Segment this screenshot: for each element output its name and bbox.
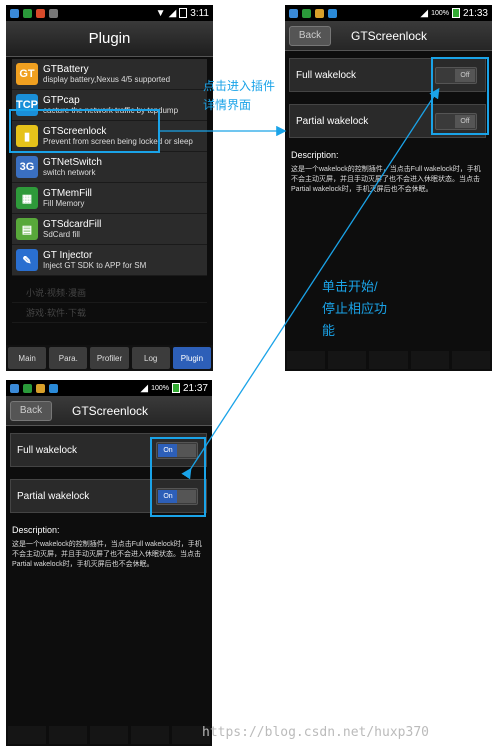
watermark: https://blog.csdn.net/huxp370 [202,725,429,740]
annotation-enter-detail: 点击进入插件 详情界面 [203,77,275,115]
annotation-toggle: 单击开始/ 停止相应功 能 [322,276,387,342]
tutorial-canvas: ▼ ◢ 3:11 Plugin GT GTBattery display batte… [0,0,503,753]
annotation-line: 点击进入插件 [203,79,276,93]
annotation-line: 能 [322,323,336,338]
annotation-line: 停止相应功 [322,301,388,316]
arrow-toggle-states [181,87,440,480]
annotation-line: 详情界面 [203,98,252,112]
annotation-line: 单击开始/ [322,279,378,294]
